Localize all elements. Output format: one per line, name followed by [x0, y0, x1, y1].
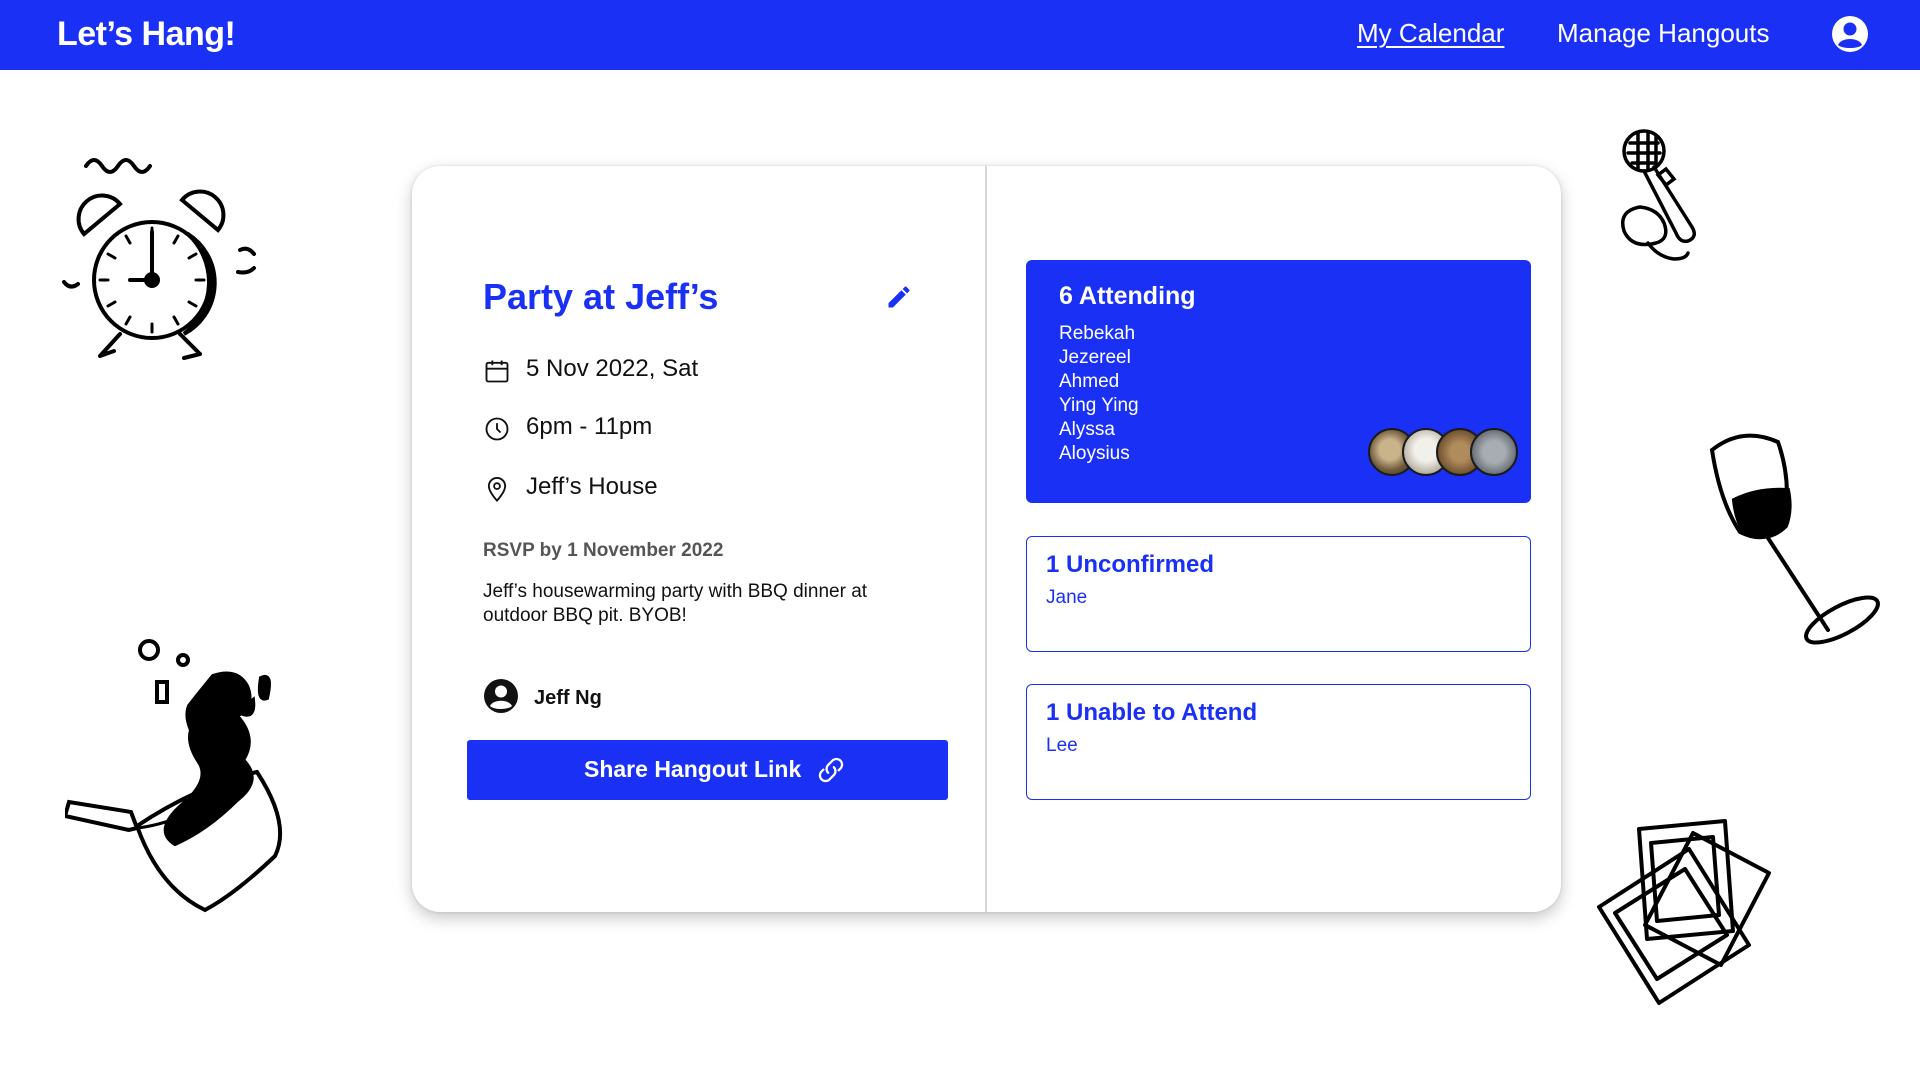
- attendee-name: Aloysius: [1059, 443, 1130, 464]
- unable-name: Lee: [1046, 735, 1078, 756]
- attending-panel: 6 Attending Rebekah Jezereel Ahmed Ying …: [1026, 260, 1531, 503]
- share-button-label: Share Hangout Link: [584, 756, 802, 782]
- share-hangout-link-button[interactable]: Share Hangout Link: [467, 740, 948, 800]
- account-circle-icon[interactable]: [1830, 14, 1870, 54]
- alarm-clock-icon: [62, 158, 256, 360]
- rsvp-deadline: RSVP by 1 November 2022: [483, 540, 724, 561]
- cooking-pot-icon: [65, 639, 283, 913]
- attendee-name: Ying Ying: [1059, 395, 1139, 416]
- account-circle-icon: [484, 679, 518, 713]
- hangout-date: 5 Nov 2022, Sat: [526, 355, 699, 382]
- attendee-name: Ahmed: [1059, 371, 1120, 392]
- hangout-location: Jeff’s House: [526, 473, 658, 500]
- attendee-name: Rebekah: [1059, 323, 1136, 344]
- wine-glass-icon: [1709, 433, 1880, 645]
- attendee-name: Jezereel: [1059, 347, 1131, 368]
- unable-title: 1 Unable to Attend: [1046, 699, 1258, 726]
- unable-panel: 1 Unable to Attend Lee: [1026, 684, 1531, 800]
- unconfirmed-panel: 1 Unconfirmed Jane: [1026, 536, 1531, 652]
- hangout-description: Jeff’s housewarming party with BBQ dinne…: [483, 581, 868, 626]
- attending-title: 6 Attending: [1059, 282, 1196, 310]
- attendee-avatars[interactable]: [1368, 428, 1518, 480]
- pencil-icon[interactable]: [885, 283, 913, 311]
- hangout-card: Party at Jeff’s 5 Nov 2022, Sat 6pm - 11…: [412, 166, 1561, 912]
- nav-my-calendar[interactable]: My Calendar: [1357, 18, 1504, 49]
- card-divider: [985, 166, 987, 912]
- top-navbar: Let’s Hang! My Calendar Manage Hangouts: [0, 0, 1920, 70]
- link-icon: [818, 757, 844, 783]
- clock-icon: [485, 417, 509, 441]
- brand-logo[interactable]: Let’s Hang!: [57, 15, 236, 54]
- photos-icon: [1597, 819, 1771, 1005]
- hangout-time: 6pm - 11pm: [526, 413, 653, 440]
- unconfirmed-title: 1 Unconfirmed: [1046, 551, 1215, 578]
- microphone-icon: [1621, 129, 1696, 261]
- location-pin-icon: [487, 477, 507, 503]
- hangout-title: Party at Jeff’s: [483, 276, 719, 317]
- host-name: Jeff Ng: [534, 687, 602, 709]
- nav-manage-hangouts[interactable]: Manage Hangouts: [1557, 18, 1769, 49]
- cat-avatar-icon: [1470, 428, 1518, 476]
- calendar-icon: [485, 360, 509, 383]
- attendee-name: Alyssa: [1059, 419, 1115, 440]
- attending-names: Rebekah Jezereel Ahmed Ying Ying Alyssa …: [1059, 322, 1139, 466]
- unconfirmed-name: Jane: [1046, 587, 1088, 608]
